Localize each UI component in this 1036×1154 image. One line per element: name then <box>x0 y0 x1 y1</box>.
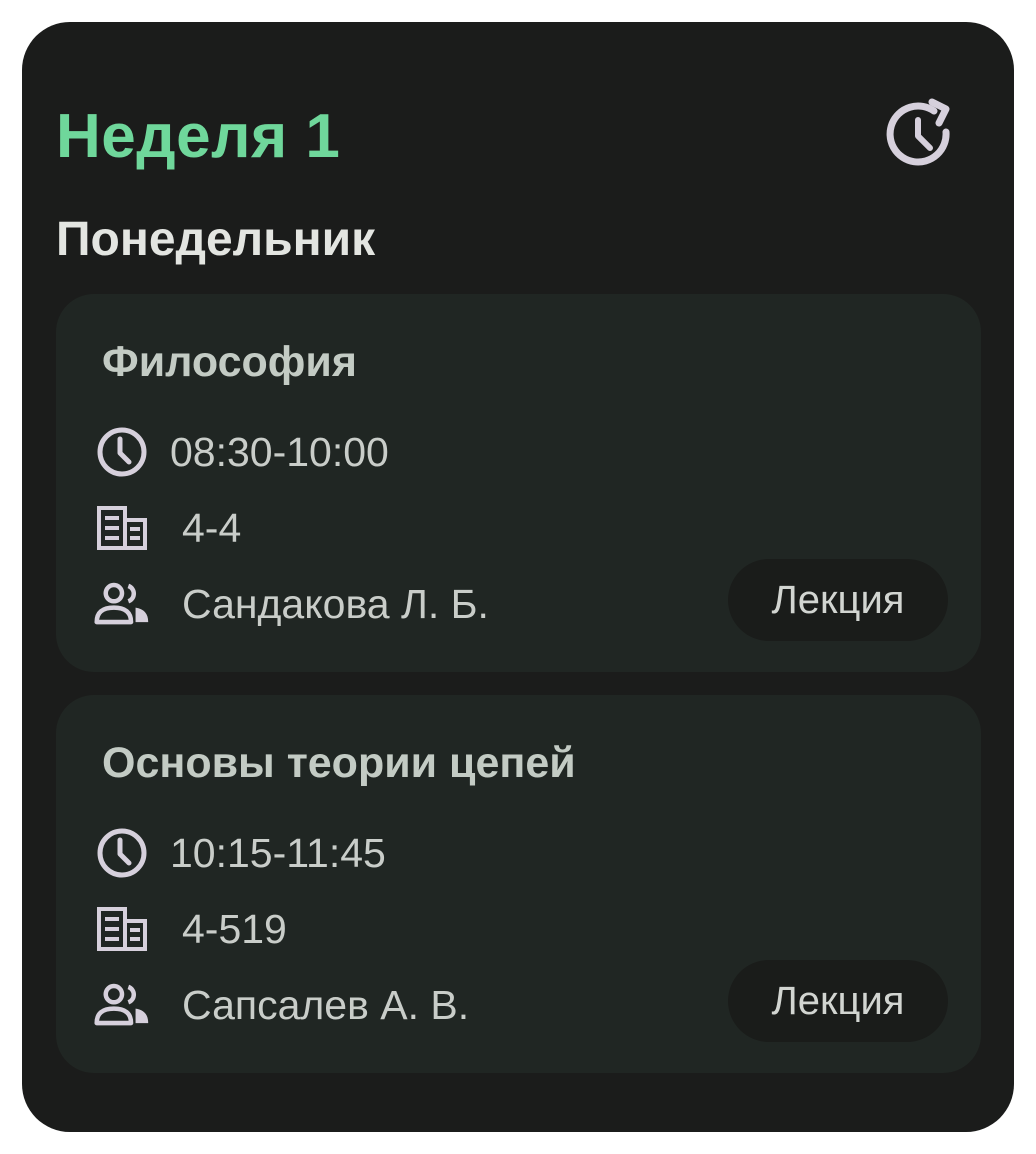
lesson-time: 10:15-11:45 <box>170 830 386 876</box>
lesson-time-row: 10:15-11:45 <box>94 825 386 881</box>
lesson-room: 4-519 <box>182 906 287 952</box>
lesson-room-row: 4-519 <box>94 901 287 957</box>
lesson-teacher-row: Сандакова Л. Б. <box>94 576 489 632</box>
lesson-subject: Философия <box>102 338 357 386</box>
history-icon <box>886 98 950 166</box>
lesson-room-row: 4-4 <box>94 500 241 556</box>
clock-icon <box>94 424 150 480</box>
building-icon <box>94 500 150 556</box>
building-icon <box>94 901 150 957</box>
day-title: Понедельник <box>56 213 376 266</box>
lesson-teacher: Сапсалев А. В. <box>182 982 470 1028</box>
clock-icon <box>94 825 150 881</box>
lesson-card[interactable]: Философия 08:30-10:00 4-4 Сандакова Л. Б… <box>56 294 981 672</box>
people-icon <box>94 576 150 632</box>
lesson-subject: Основы теории цепей <box>102 739 576 787</box>
lesson-type-chip[interactable]: Лекция <box>728 960 948 1042</box>
lesson-teacher: Сандакова Л. Б. <box>182 581 489 627</box>
history-button[interactable] <box>878 94 962 178</box>
lesson-type-chip[interactable]: Лекция <box>728 559 948 641</box>
lesson-teacher-row: Сапсалев А. В. <box>94 977 469 1033</box>
people-icon <box>94 977 150 1033</box>
lesson-time-row: 08:30-10:00 <box>94 424 389 480</box>
lesson-time: 08:30-10:00 <box>170 429 389 475</box>
schedule-widget: Неделя 1 Понедельник Философия 08:30-10:… <box>22 22 1014 1132</box>
lesson-card[interactable]: Основы теории цепей 10:15-11:45 4-519 Са… <box>56 695 981 1073</box>
lesson-room: 4-4 <box>182 505 242 551</box>
week-title: Неделя 1 <box>56 102 341 171</box>
